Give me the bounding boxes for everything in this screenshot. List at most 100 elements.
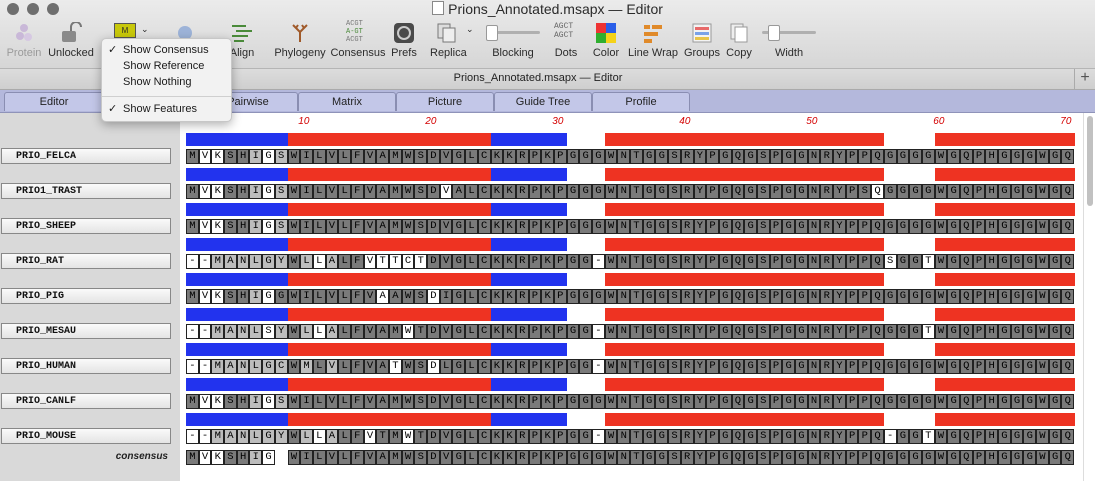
residue-cell[interactable]: K — [541, 254, 554, 269]
residue-cell[interactable]: Q — [1061, 359, 1075, 374]
residue-cell[interactable]: G — [642, 359, 656, 374]
residue-cell[interactable]: N — [617, 254, 631, 269]
residue-cell[interactable]: W — [604, 429, 618, 444]
feature-annotation-bar[interactable] — [186, 378, 288, 391]
residue-cell[interactable]: - — [883, 429, 897, 444]
feature-annotation-bar[interactable] — [935, 413, 1075, 426]
residue-cell[interactable]: W — [287, 254, 301, 269]
residue-cell[interactable]: P — [972, 254, 986, 269]
residue-cell[interactable]: I — [300, 149, 313, 164]
residue-cell[interactable]: T — [414, 254, 428, 269]
residue-cell[interactable]: P — [769, 254, 783, 269]
residue-cell[interactable]: W — [1036, 324, 1049, 339]
residue-cell[interactable]: A — [325, 254, 339, 269]
residue-cell[interactable]: N — [807, 289, 821, 304]
residue-cell[interactable]: I — [300, 394, 313, 409]
residue-cell[interactable]: V — [325, 149, 339, 164]
residue-cell[interactable]: G — [592, 450, 605, 465]
sequence-name-button[interactable]: PRIO_CANLF — [1, 393, 171, 409]
feature-annotation-bar[interactable] — [287, 308, 491, 321]
feature-annotation-bar[interactable] — [490, 273, 567, 286]
residue-cell[interactable]: P — [706, 254, 719, 269]
residue-cell[interactable]: G — [795, 429, 808, 444]
residue-cell[interactable]: M — [186, 184, 199, 199]
residue-cell[interactable]: S — [224, 149, 237, 164]
feature-annotation-bar[interactable] — [935, 203, 1075, 216]
residue-cell[interactable]: W — [934, 394, 948, 409]
residue-cell[interactable]: P — [706, 450, 719, 465]
residue-cell[interactable]: F — [350, 289, 364, 304]
residue-cell[interactable]: P — [858, 394, 872, 409]
feature-annotation-bar[interactable] — [186, 413, 288, 426]
residue-cell[interactable]: P — [769, 394, 783, 409]
residue-cell[interactable]: Y — [833, 149, 846, 164]
residue-cell[interactable]: R — [820, 219, 834, 234]
residue-cell[interactable]: W — [287, 359, 301, 374]
residue-cell[interactable]: K — [541, 289, 554, 304]
residue-cell[interactable]: Q — [1061, 394, 1075, 409]
residue-cell[interactable]: I — [300, 450, 313, 465]
residue-cell[interactable]: H — [985, 254, 998, 269]
residue-cell[interactable]: W — [1036, 359, 1049, 374]
residue-cell[interactable]: C — [477, 184, 491, 199]
residue-cell[interactable]: G — [262, 394, 275, 409]
residue-cell[interactable]: C — [401, 254, 415, 269]
residue-cell[interactable]: G — [795, 394, 808, 409]
residue-cell[interactable]: L — [249, 359, 263, 374]
residue-cell[interactable]: S — [224, 394, 237, 409]
residue-cell[interactable]: R — [515, 254, 529, 269]
residue-cell[interactable]: P — [553, 450, 567, 465]
residue-cell[interactable]: W — [934, 289, 948, 304]
residue-cell[interactable]: G — [1023, 394, 1037, 409]
residue-cell[interactable]: L — [249, 254, 263, 269]
residue-cell[interactable]: K — [541, 219, 554, 234]
residue-cell[interactable]: G — [744, 254, 757, 269]
sequence-row[interactable]: --MANLGCWMLVLFVATWSDLGLCKKRPKPGG-WNTGGSR… — [186, 358, 1075, 375]
residue-cell[interactable]: F — [350, 450, 364, 465]
residue-cell[interactable]: Q — [871, 394, 884, 409]
residue-cell[interactable]: Q — [731, 289, 745, 304]
residue-cell[interactable]: V — [439, 254, 453, 269]
residue-cell[interactable]: W — [1036, 429, 1049, 444]
residue-cell[interactable]: W — [604, 184, 618, 199]
residue-cell[interactable]: W — [1036, 289, 1049, 304]
residue-cell[interactable]: V — [439, 394, 453, 409]
residue-cell[interactable]: P — [553, 394, 567, 409]
residue-cell[interactable]: D — [427, 324, 440, 339]
residue-cell[interactable]: L — [312, 394, 326, 409]
feature-annotation-bar[interactable] — [186, 168, 288, 181]
residue-cell[interactable]: V — [363, 254, 377, 269]
residue-cell[interactable]: G — [795, 254, 808, 269]
residue-cell[interactable]: G — [795, 184, 808, 199]
feature-annotation-bar[interactable] — [287, 273, 491, 286]
feature-annotation-bar[interactable] — [186, 308, 288, 321]
residue-cell[interactable]: Y — [693, 450, 707, 465]
residue-cell[interactable]: R — [820, 450, 834, 465]
residue-cell[interactable]: G — [896, 254, 910, 269]
residue-cell[interactable]: M — [389, 429, 402, 444]
residue-cell[interactable]: W — [401, 184, 415, 199]
residue-cell[interactable]: G — [921, 359, 935, 374]
residue-cell[interactable]: V — [363, 429, 377, 444]
residue-cell[interactable]: K — [490, 149, 504, 164]
residue-cell[interactable]: Q — [871, 359, 884, 374]
residue-cell[interactable]: G — [452, 219, 466, 234]
residue-cell[interactable]: G — [262, 359, 275, 374]
tab-picture[interactable]: Picture — [396, 92, 494, 111]
residue-cell[interactable]: G — [1023, 289, 1037, 304]
residue-cell[interactable]: V — [439, 429, 453, 444]
residue-cell[interactable]: C — [477, 394, 491, 409]
residue-cell[interactable]: Q — [959, 184, 973, 199]
residue-cell[interactable]: G — [655, 149, 669, 164]
unlocked-button[interactable]: Unlocked — [46, 20, 96, 64]
residue-cell[interactable]: C — [477, 289, 491, 304]
sequence-row[interactable]: MVKSHIGSWILVLFVAMWSDVGLCKKRPKPGGGWNTGGSR… — [186, 218, 1075, 235]
residue-cell[interactable]: T — [630, 289, 643, 304]
feature-annotation-bar[interactable] — [605, 238, 885, 251]
residue-cell[interactable]: G — [262, 184, 275, 199]
residue-cell[interactable]: T — [630, 149, 643, 164]
residue-cell[interactable]: S — [668, 184, 681, 199]
residue-cell[interactable]: G — [579, 149, 592, 164]
residue-cell[interactable]: K — [503, 149, 516, 164]
residue-cell[interactable]: L — [338, 219, 351, 234]
